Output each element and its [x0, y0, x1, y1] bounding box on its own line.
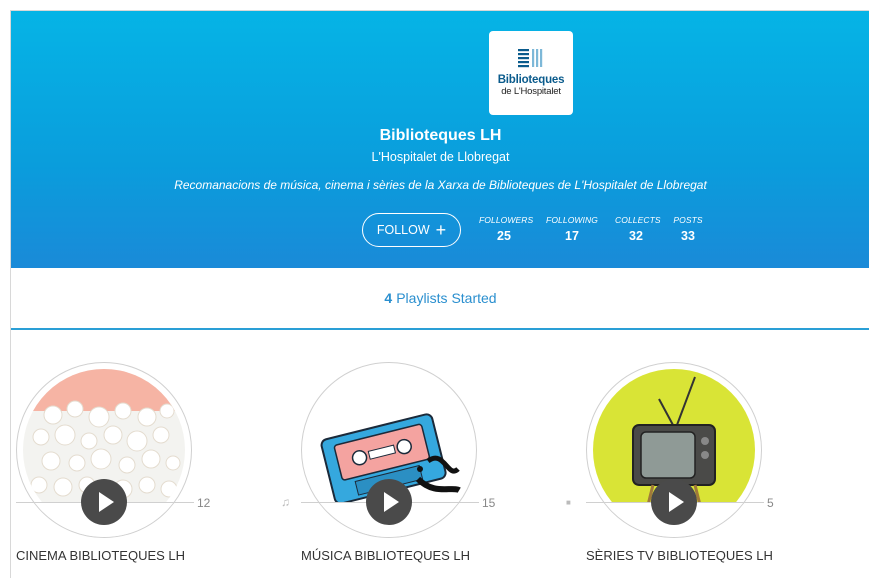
profile-logo[interactable]: Biblioteques de L'Hospitalet — [489, 31, 573, 115]
play-button[interactable] — [81, 479, 127, 525]
stat-value: 32 — [629, 229, 643, 243]
playlist-card-musica[interactable]: ♫ 15 MÚSICA BIBLIOTEQUES LH — [281, 362, 531, 563]
logo-text-line1: Biblioteques — [497, 74, 565, 86]
follow-label: FOLLOW — [376, 223, 430, 237]
play-icon — [98, 492, 114, 512]
stat-collects[interactable]: COLLECTS 32 — [615, 215, 661, 243]
play-icon — [383, 492, 399, 512]
playlist-title[interactable]: SÈRIES TV BIBLIOTEQUES LH — [586, 548, 773, 563]
stat-value: 25 — [497, 229, 511, 243]
playlist-title[interactable]: CINEMA BIBLIOTEQUES LH — [16, 548, 185, 563]
profile-bio: Recomanacions de música, cinema i sèries… — [174, 178, 707, 192]
play-button[interactable] — [366, 479, 412, 525]
profile-location: L'Hospitalet de Llobregat — [371, 150, 510, 164]
stat-value: 17 — [565, 229, 579, 243]
page-frame: Biblioteques de L'Hospitalet Biblioteque… — [10, 10, 869, 578]
playlists-started-tab[interactable]: 4 Playlists Started — [11, 268, 869, 330]
playlist-title[interactable]: MÚSICA BIBLIOTEQUES LH — [301, 548, 470, 563]
playlist-card-cinema[interactable]: 12 CINEMA BIBLIOTEQUES LH — [16, 362, 246, 563]
stat-followers[interactable]: FOLLOWERS 25 — [479, 215, 534, 243]
playlist-count: 15 — [482, 496, 496, 510]
play-button[interactable] — [651, 479, 697, 525]
stat-label: FOLLOWERS — [479, 215, 534, 225]
play-icon — [668, 492, 684, 512]
profile-header: Biblioteques de L'Hospitalet Biblioteque… — [11, 11, 869, 268]
music-note-icon: ♫ — [281, 495, 290, 509]
profile-name: Biblioteques LH — [379, 127, 502, 144]
video-camera-icon: ■ — [566, 498, 571, 507]
logo-text-line2: de L'Hospitalet — [501, 86, 561, 97]
stat-label: FOLLOWING — [546, 215, 598, 225]
plus-icon: + — [435, 220, 447, 240]
stat-label: COLLECTS — [615, 215, 661, 225]
stat-value: 33 — [681, 229, 695, 243]
follow-button[interactable]: FOLLOW + — [362, 213, 461, 247]
stat-following[interactable]: FOLLOWING 17 — [546, 215, 598, 243]
playlist-count: 5 — [767, 496, 774, 510]
playlists-label: Playlists Started — [396, 290, 497, 306]
playlist-count: 12 — [197, 496, 211, 510]
stat-label: POSTS — [673, 215, 703, 225]
playlists-count: 4 — [384, 290, 393, 306]
stat-posts[interactable]: POSTS 33 — [672, 215, 704, 243]
library-logo-icon — [518, 49, 543, 68]
playlist-card-series-tv[interactable]: ■ 5 SÈRIES TV BIBLIOTEQUES LH — [566, 362, 816, 563]
